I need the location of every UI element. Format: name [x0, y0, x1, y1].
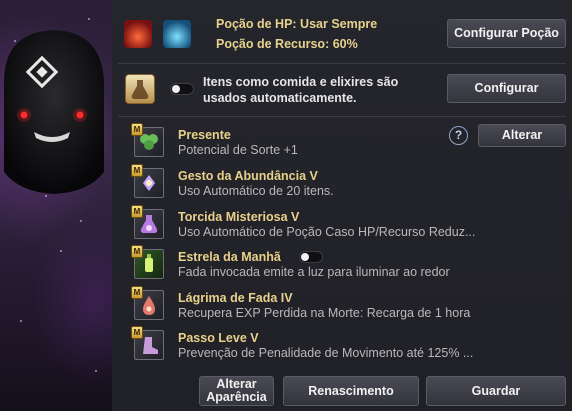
- skill-description: Uso Automático de 20 itens.: [178, 184, 334, 198]
- auto-items-line1: Itens como comida e elixires são: [203, 75, 399, 89]
- change-appearance-label-line2: Aparência: [206, 390, 267, 404]
- skill-title: Presente: [178, 128, 231, 142]
- resource-potion-setting: Poção de Recurso: 60%: [216, 37, 358, 51]
- rebirth-button[interactable]: Renascimento: [283, 376, 419, 406]
- hp-potion-setting: Poção de HP: Usar Sempre: [216, 17, 378, 31]
- blue-potion-icon: [163, 20, 191, 48]
- skill-title: Gesto da Abundância V: [178, 169, 318, 183]
- skill-description: Uso Automático de Poção Caso HP/Recurso …: [178, 225, 476, 239]
- skill-description: Prevenção de Penalidade de Movimento até…: [178, 346, 474, 360]
- save-button[interactable]: Guardar: [426, 376, 566, 406]
- skill-title: Estrela da Manhã: [178, 250, 281, 264]
- skill-description: Potencial de Sorte +1: [178, 143, 298, 157]
- mastery-badge: M: [131, 286, 143, 299]
- star-sparkle: [95, 370, 97, 372]
- auto-items-toggle[interactable]: [170, 83, 194, 95]
- fairy-tear-icon: M: [131, 286, 164, 320]
- star-sparkle: [88, 18, 90, 20]
- mastery-badge: M: [131, 326, 143, 339]
- configure-potion-button[interactable]: Configurar Poção: [447, 19, 566, 48]
- skill-title: Torcida Misteriosa V: [178, 210, 300, 224]
- skill-description: Fada invocada emite a luz para iluminar …: [178, 265, 450, 279]
- auto-items-line2: usados automaticamente.: [203, 91, 357, 105]
- help-icon[interactable]: ?: [449, 126, 468, 145]
- dark-spirit-character: [4, 30, 104, 194]
- clover-icon: M: [131, 123, 164, 157]
- mastery-badge: M: [131, 205, 143, 218]
- companion-preview: [0, 0, 112, 411]
- boot-icon: M: [131, 326, 164, 360]
- mastery-badge: M: [131, 245, 143, 258]
- elixir-flask-icon: [125, 74, 155, 104]
- skill-description: Recupera EXP Perdida na Morte: Recarga d…: [178, 306, 471, 320]
- morning-star-toggle[interactable]: [299, 251, 323, 263]
- star-sparkle: [60, 250, 62, 252]
- mastery-badge: M: [131, 123, 143, 136]
- divider: [118, 116, 566, 117]
- auto-items-description: Itens como comida e elixires são usados …: [203, 74, 398, 106]
- configure-auto-items-button[interactable]: Configurar: [447, 74, 566, 103]
- fairy-icon: M: [131, 164, 164, 198]
- mastery-badge: M: [131, 164, 143, 177]
- skill-title: Lágrima de Fada IV: [178, 291, 293, 305]
- change-skills-button[interactable]: Alterar: [478, 124, 566, 147]
- star-sparkle: [20, 320, 22, 322]
- star-sparkle: [80, 220, 82, 222]
- lantern-icon: M: [131, 245, 164, 279]
- red-potion-icon: [124, 20, 152, 48]
- skill-title: Passo Leve V: [178, 331, 259, 345]
- change-appearance-button[interactable]: Alterar Aparência: [199, 376, 274, 406]
- divider: [118, 63, 566, 64]
- potion-flask-icon: M: [131, 205, 164, 239]
